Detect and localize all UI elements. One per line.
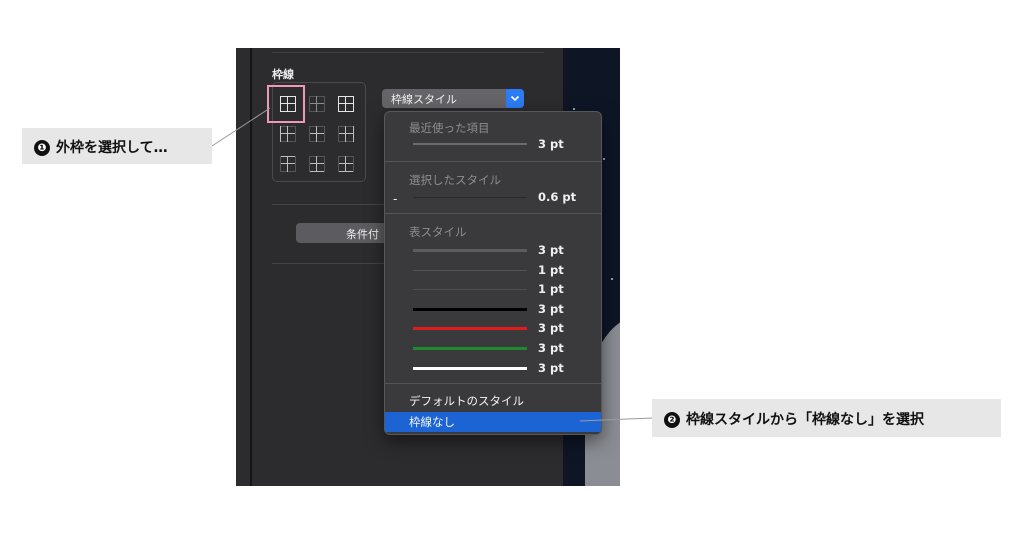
step-number-badge: ❷: [664, 412, 680, 428]
callout-leader-lines: [211, 107, 653, 422]
callout-step-1-text: 外枠を選択して…: [56, 140, 168, 156]
callout-step-2: ❷ 枠線スタイルから「枠線なし」を選択: [652, 399, 1001, 437]
callout-step-1: ❶ 外枠を選択して…: [22, 128, 212, 164]
step-number-badge: ❶: [34, 140, 50, 156]
leader-line-1: [211, 107, 271, 147]
callout-step-2-text: 枠線スタイルから「枠線なし」を選択: [686, 412, 924, 428]
leader-line-2: [579, 417, 653, 422]
